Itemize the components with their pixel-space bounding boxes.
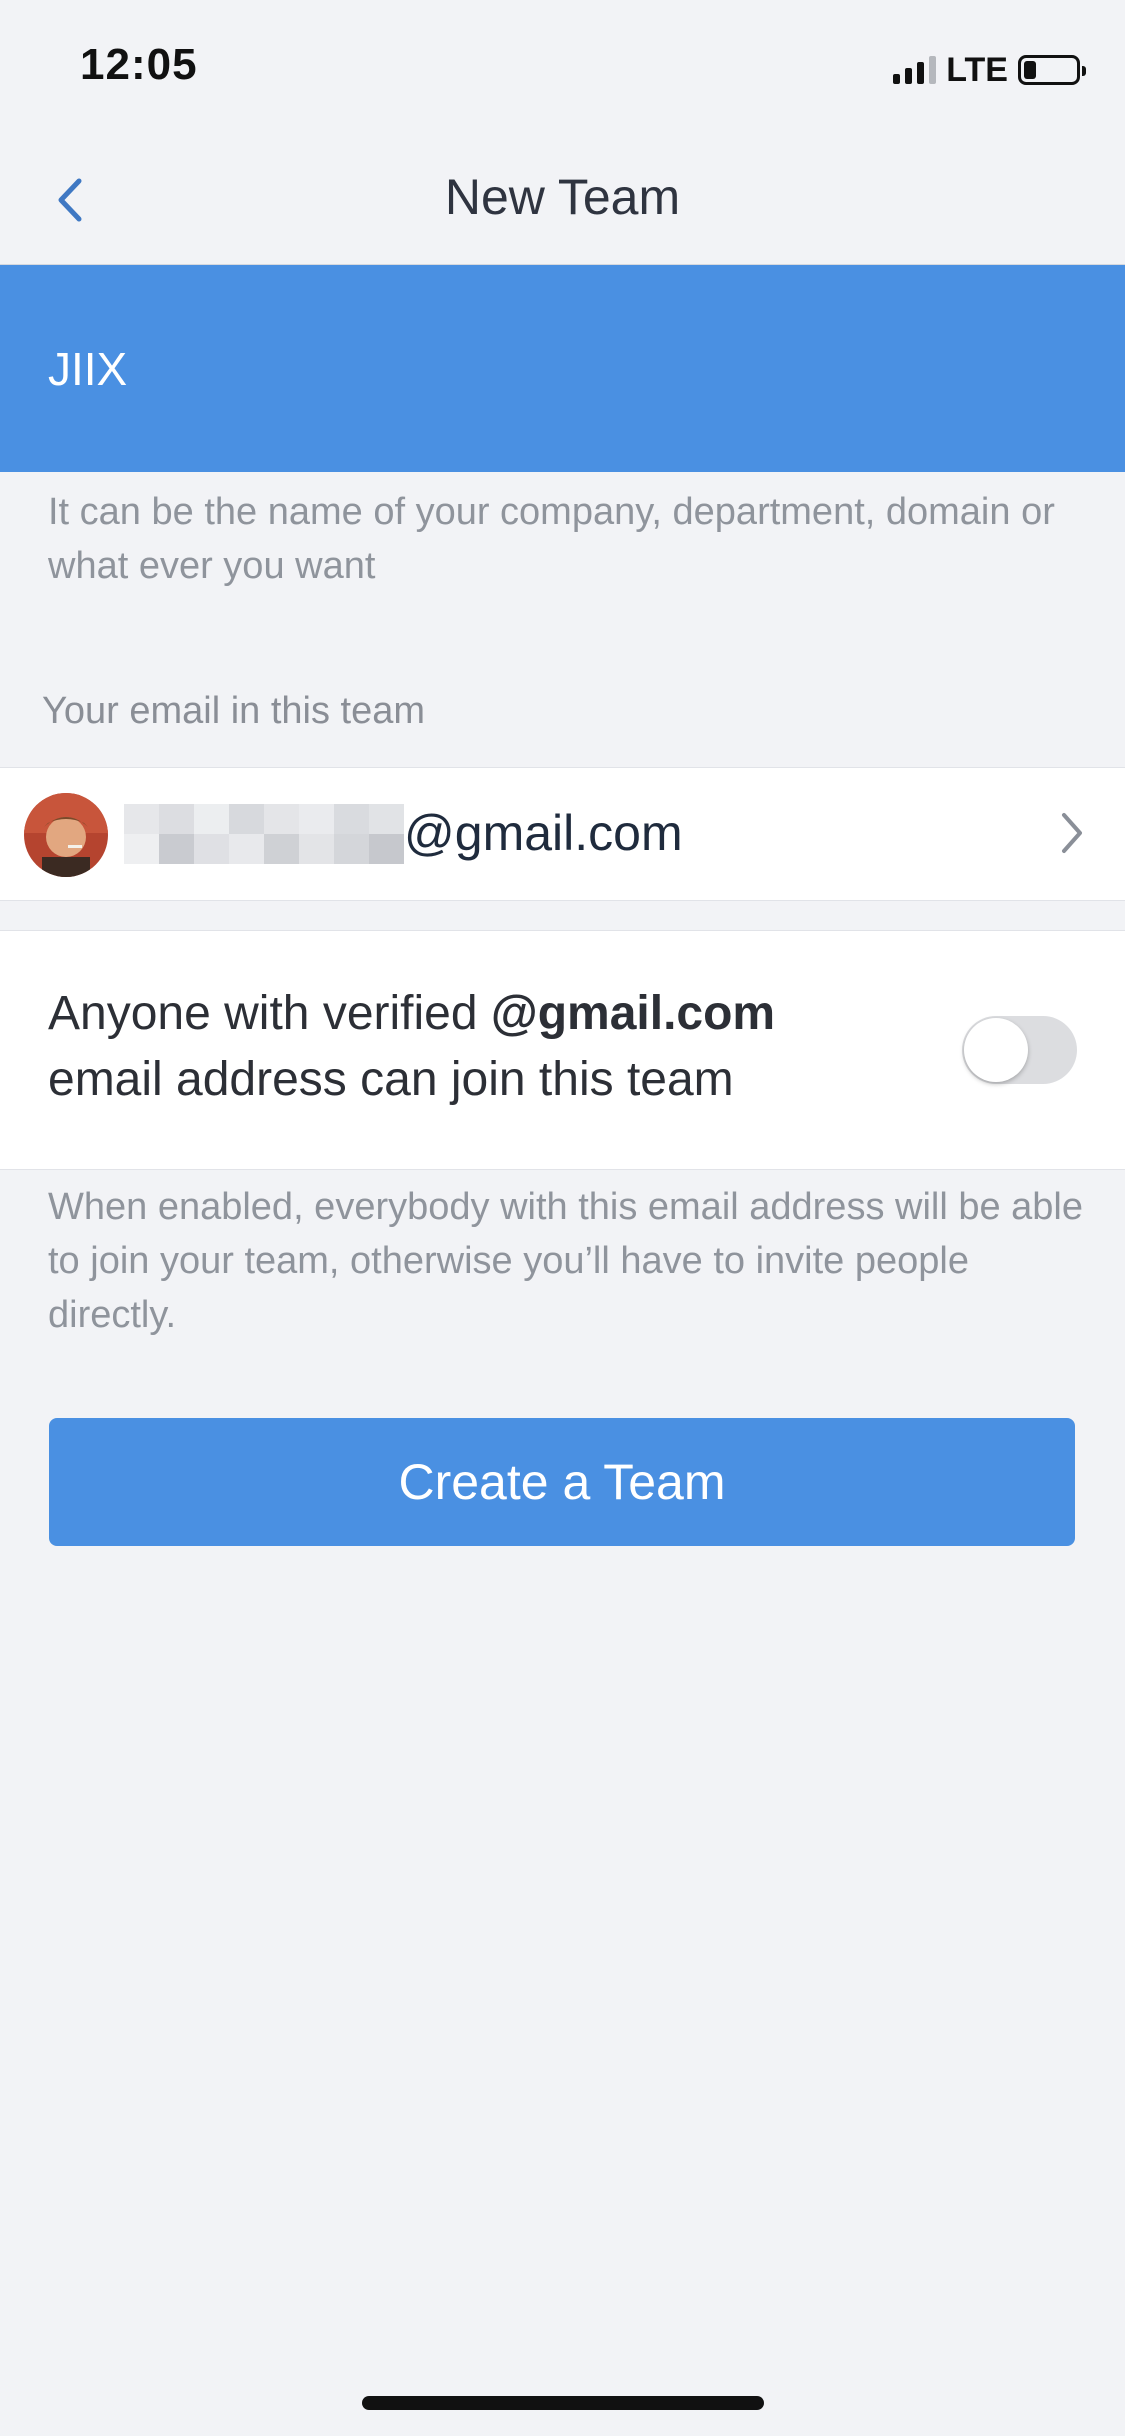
domain-join-helper: When enabled, everybody with this email … bbox=[48, 1186, 1083, 1336]
domain-join-label: Anyone with verified @gmail.com email add… bbox=[48, 987, 776, 1106]
avatar bbox=[24, 793, 108, 877]
status-bar: 12:05 LTE bbox=[0, 0, 1125, 140]
create-team-button[interactable]: Create a Team bbox=[49, 1418, 1075, 1546]
domain-join-toggle[interactable] bbox=[962, 1016, 1077, 1084]
signal-icon bbox=[893, 56, 937, 84]
team-name-input[interactable] bbox=[48, 341, 1048, 396]
status-time: 12:05 bbox=[80, 40, 198, 89]
redacted-email-local-part bbox=[124, 804, 404, 864]
toggle-knob bbox=[964, 1018, 1028, 1082]
battery-icon bbox=[1018, 55, 1086, 85]
page-title: New Team bbox=[444, 169, 681, 225]
email-section-label: Your email in this team bbox=[42, 690, 426, 732]
team-name-field[interactable] bbox=[0, 265, 1125, 472]
domain-join-domain: @gmail.com bbox=[490, 987, 776, 1040]
chevron-right-icon bbox=[1062, 813, 1082, 853]
status-indicators: LTE bbox=[893, 50, 1086, 90]
network-label: LTE bbox=[946, 50, 1008, 89]
navigation-bar: New Team bbox=[0, 140, 1125, 265]
team-name-helper: It can be the name of your company, depa… bbox=[48, 491, 1055, 587]
home-indicator[interactable] bbox=[362, 2396, 764, 2410]
email-domain: @gmail.com bbox=[404, 805, 683, 861]
email-row[interactable]: @gmail.com bbox=[0, 767, 1125, 901]
domain-join-setting: Anyone with verified @gmail.com email add… bbox=[0, 930, 1125, 1170]
